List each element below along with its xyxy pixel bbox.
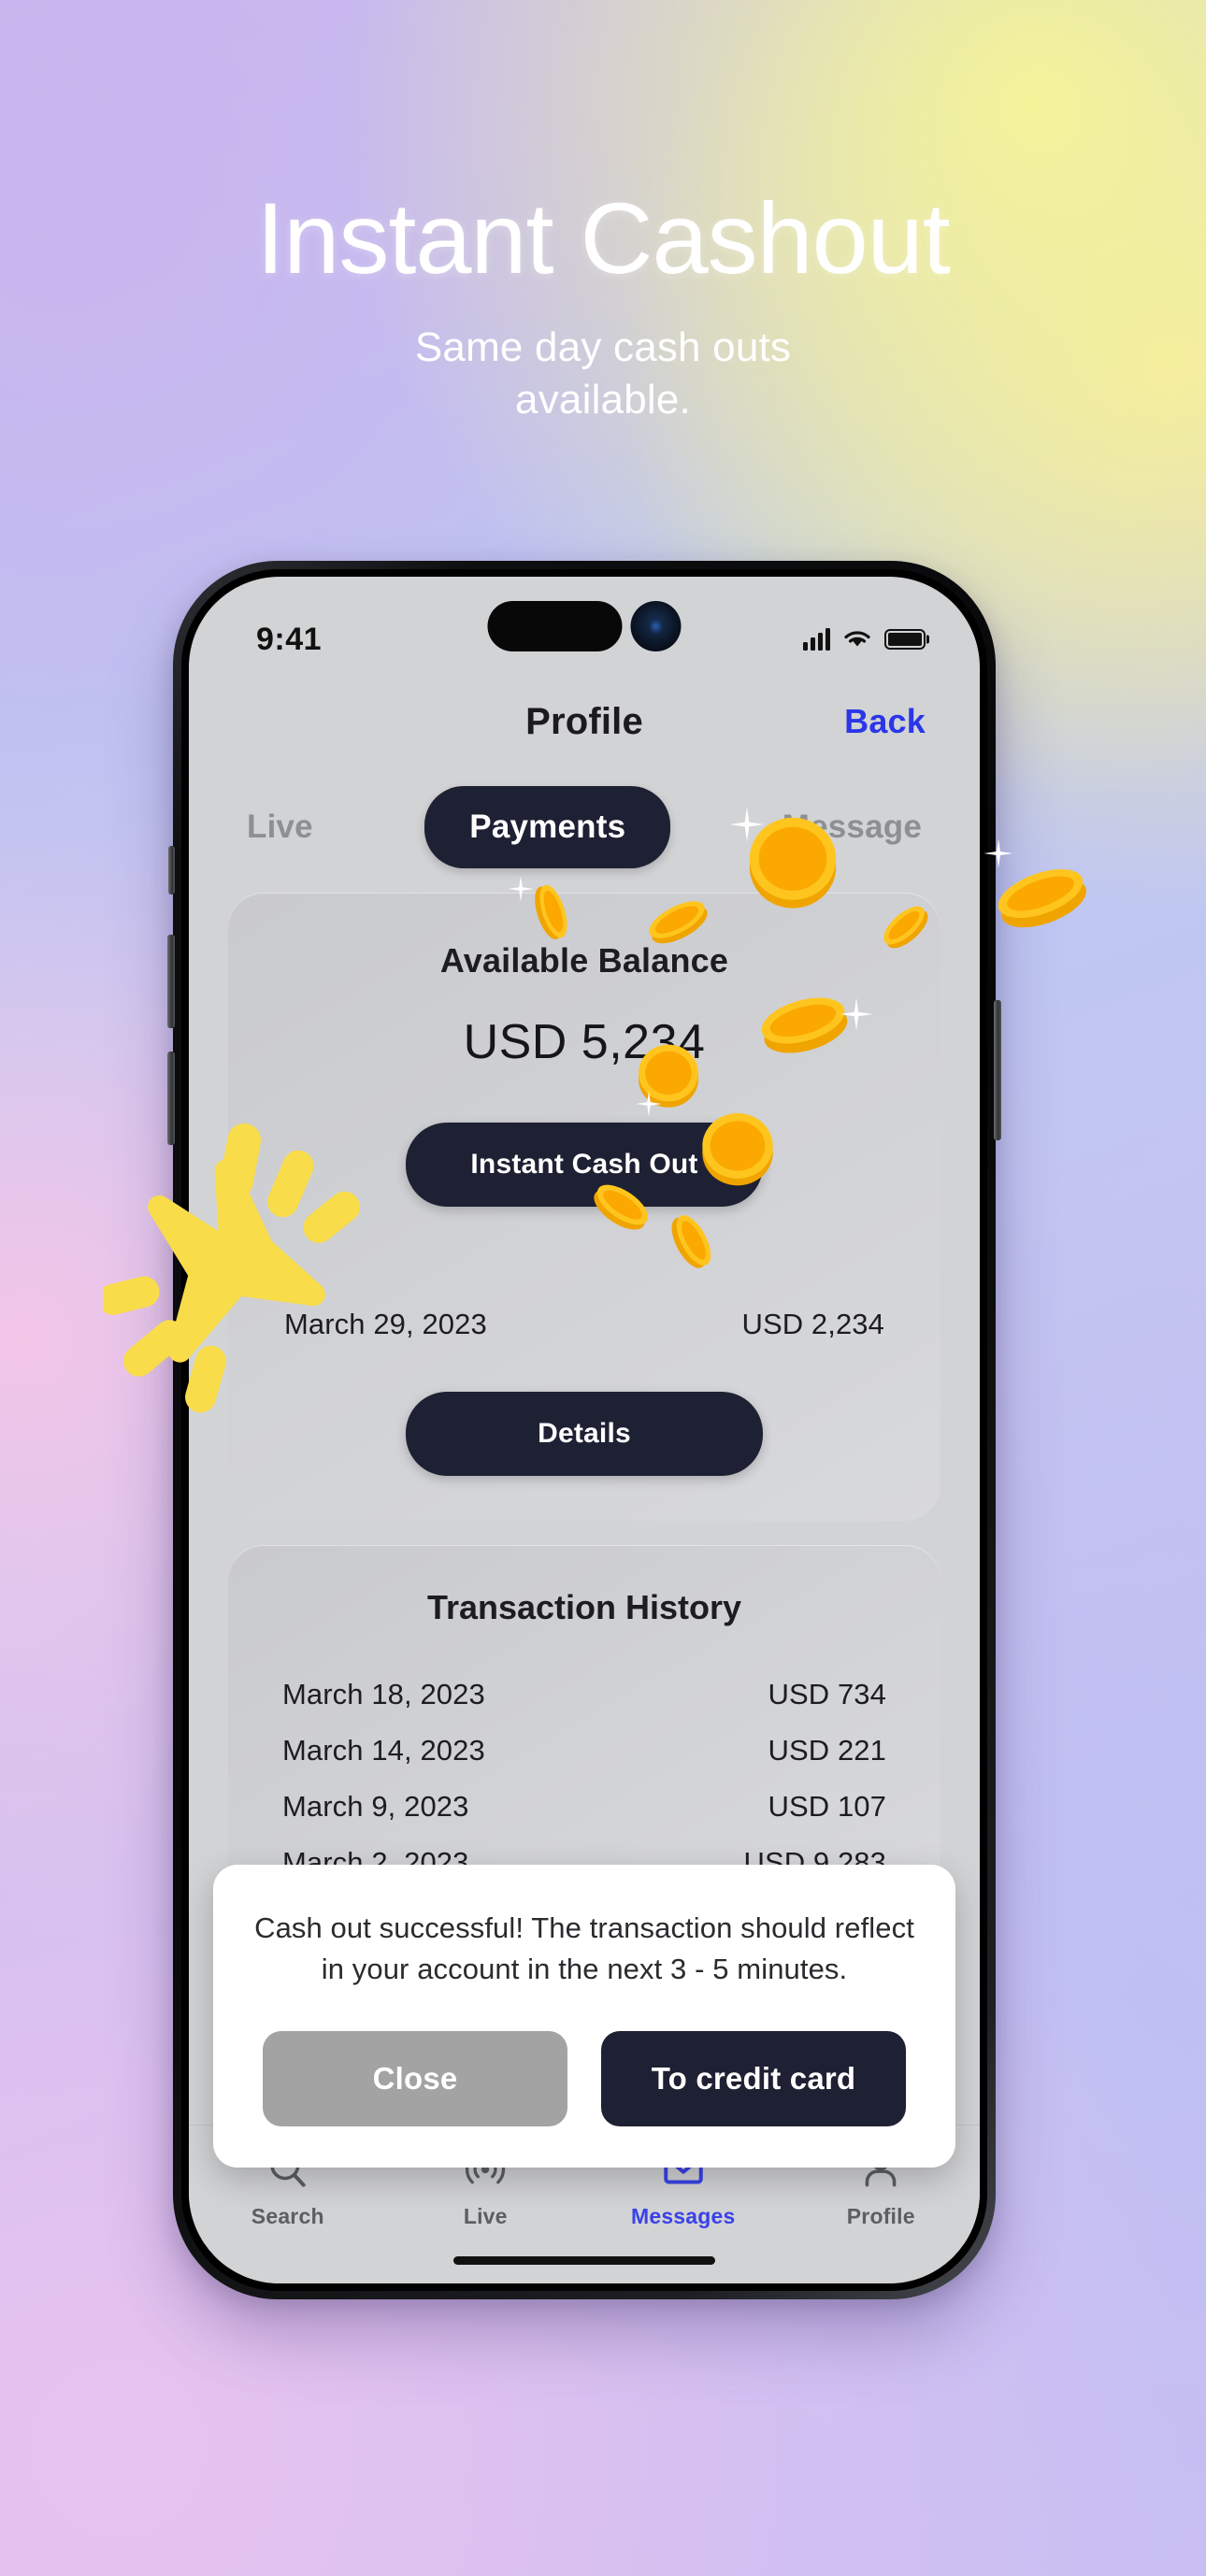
wifi-icon	[844, 631, 870, 647]
dynamic-island	[487, 601, 682, 651]
page-title: Instant Cashout	[256, 181, 950, 294]
transaction-history-title: Transaction History	[426, 1588, 742, 1626]
front-camera-icon	[630, 601, 682, 651]
txn-amount: USD 2,234	[741, 1308, 884, 1340]
home-indicator	[453, 2256, 715, 2265]
txn-amount: USD 734	[768, 1678, 886, 1710]
table-row: March 9, 2023 USD 107	[267, 1779, 901, 1835]
nav-label: Profile	[846, 2204, 915, 2228]
tab-message[interactable]: Message	[782, 809, 922, 846]
screen-content: Available Balance USD 5,234 Instant Cash…	[189, 868, 980, 1919]
details-button[interactable]: Details	[406, 1392, 763, 1476]
battery-full-icon	[884, 629, 926, 650]
power-button[interactable]	[994, 1000, 1001, 1140]
txn-amount: USD 221	[768, 1734, 886, 1767]
table-row: March 14, 2023 USD 221	[267, 1723, 901, 1779]
tab-payments[interactable]: Payments	[424, 786, 671, 868]
tab-live[interactable]: Live	[247, 809, 313, 846]
back-button[interactable]: Back	[844, 702, 926, 741]
table-row: March 18, 2023 USD 734	[267, 1667, 901, 1723]
phone-mockup: 9:41 Profile Back Live Payments Message …	[167, 561, 1086, 2337]
transaction-history-card: Transaction History March 18, 2023 USD 7…	[228, 1545, 940, 1919]
txn-date: March 29, 2023	[284, 1308, 487, 1340]
hero-section: Instant Cashout Same day cash outs avail…	[0, 0, 1206, 427]
status-bar: 9:41	[189, 577, 980, 678]
app-header: Profile Back	[189, 685, 980, 758]
nav-label: Messages	[630, 2204, 736, 2228]
cashout-success-modal: Cash out successful! The transaction sho…	[213, 1865, 955, 2168]
txn-date: March 18, 2023	[282, 1678, 485, 1710]
phone-frame: 9:41 Profile Back Live Payments Message …	[167, 561, 1001, 2299]
subtitle-line-1: Same day cash outs	[414, 324, 792, 371]
gold-coin-icon	[998, 868, 1086, 928]
tab-bar: Live Payments Message	[189, 758, 980, 868]
modal-message: Cash out successful! The transaction sho…	[254, 1911, 914, 1986]
nav-label: Search	[251, 2204, 324, 2228]
to-credit-card-button[interactable]: To credit card	[601, 2031, 906, 2127]
phone-bezel: 9:41 Profile Back Live Payments Message …	[181, 569, 987, 2291]
txn-date: March 14, 2023	[282, 1734, 485, 1767]
status-clock: 9:41	[256, 621, 323, 657]
screen-title: Profile	[525, 700, 643, 742]
balance-amount: USD 5,234	[463, 1015, 706, 1069]
island-pill	[487, 601, 623, 651]
txn-amount: USD 107	[768, 1790, 886, 1823]
table-row: March 29, 2023 USD 2,234	[269, 1296, 899, 1352]
instant-cash-out-button[interactable]: Instant Cash Out	[406, 1123, 763, 1207]
cellular-bars-icon	[803, 628, 830, 651]
status-indicators	[803, 628, 926, 651]
volume-up-button[interactable]	[167, 935, 175, 1028]
subtitle-line-2: available.	[515, 377, 691, 423]
balance-card: Available Balance USD 5,234 Instant Cash…	[228, 893, 940, 1521]
txn-date: March 9, 2023	[282, 1790, 469, 1823]
page-subtitle: Same day cash outs available.	[0, 322, 1206, 427]
phone-screen: 9:41 Profile Back Live Payments Message …	[189, 577, 980, 2283]
nav-label: Live	[463, 2204, 508, 2228]
mute-switch[interactable]	[168, 846, 175, 894]
modal-actions: Close To credit card	[254, 2031, 914, 2127]
close-button[interactable]: Close	[263, 2031, 567, 2127]
volume-down-button[interactable]	[167, 1052, 175, 1145]
balance-label: Available Balance	[439, 941, 729, 980]
